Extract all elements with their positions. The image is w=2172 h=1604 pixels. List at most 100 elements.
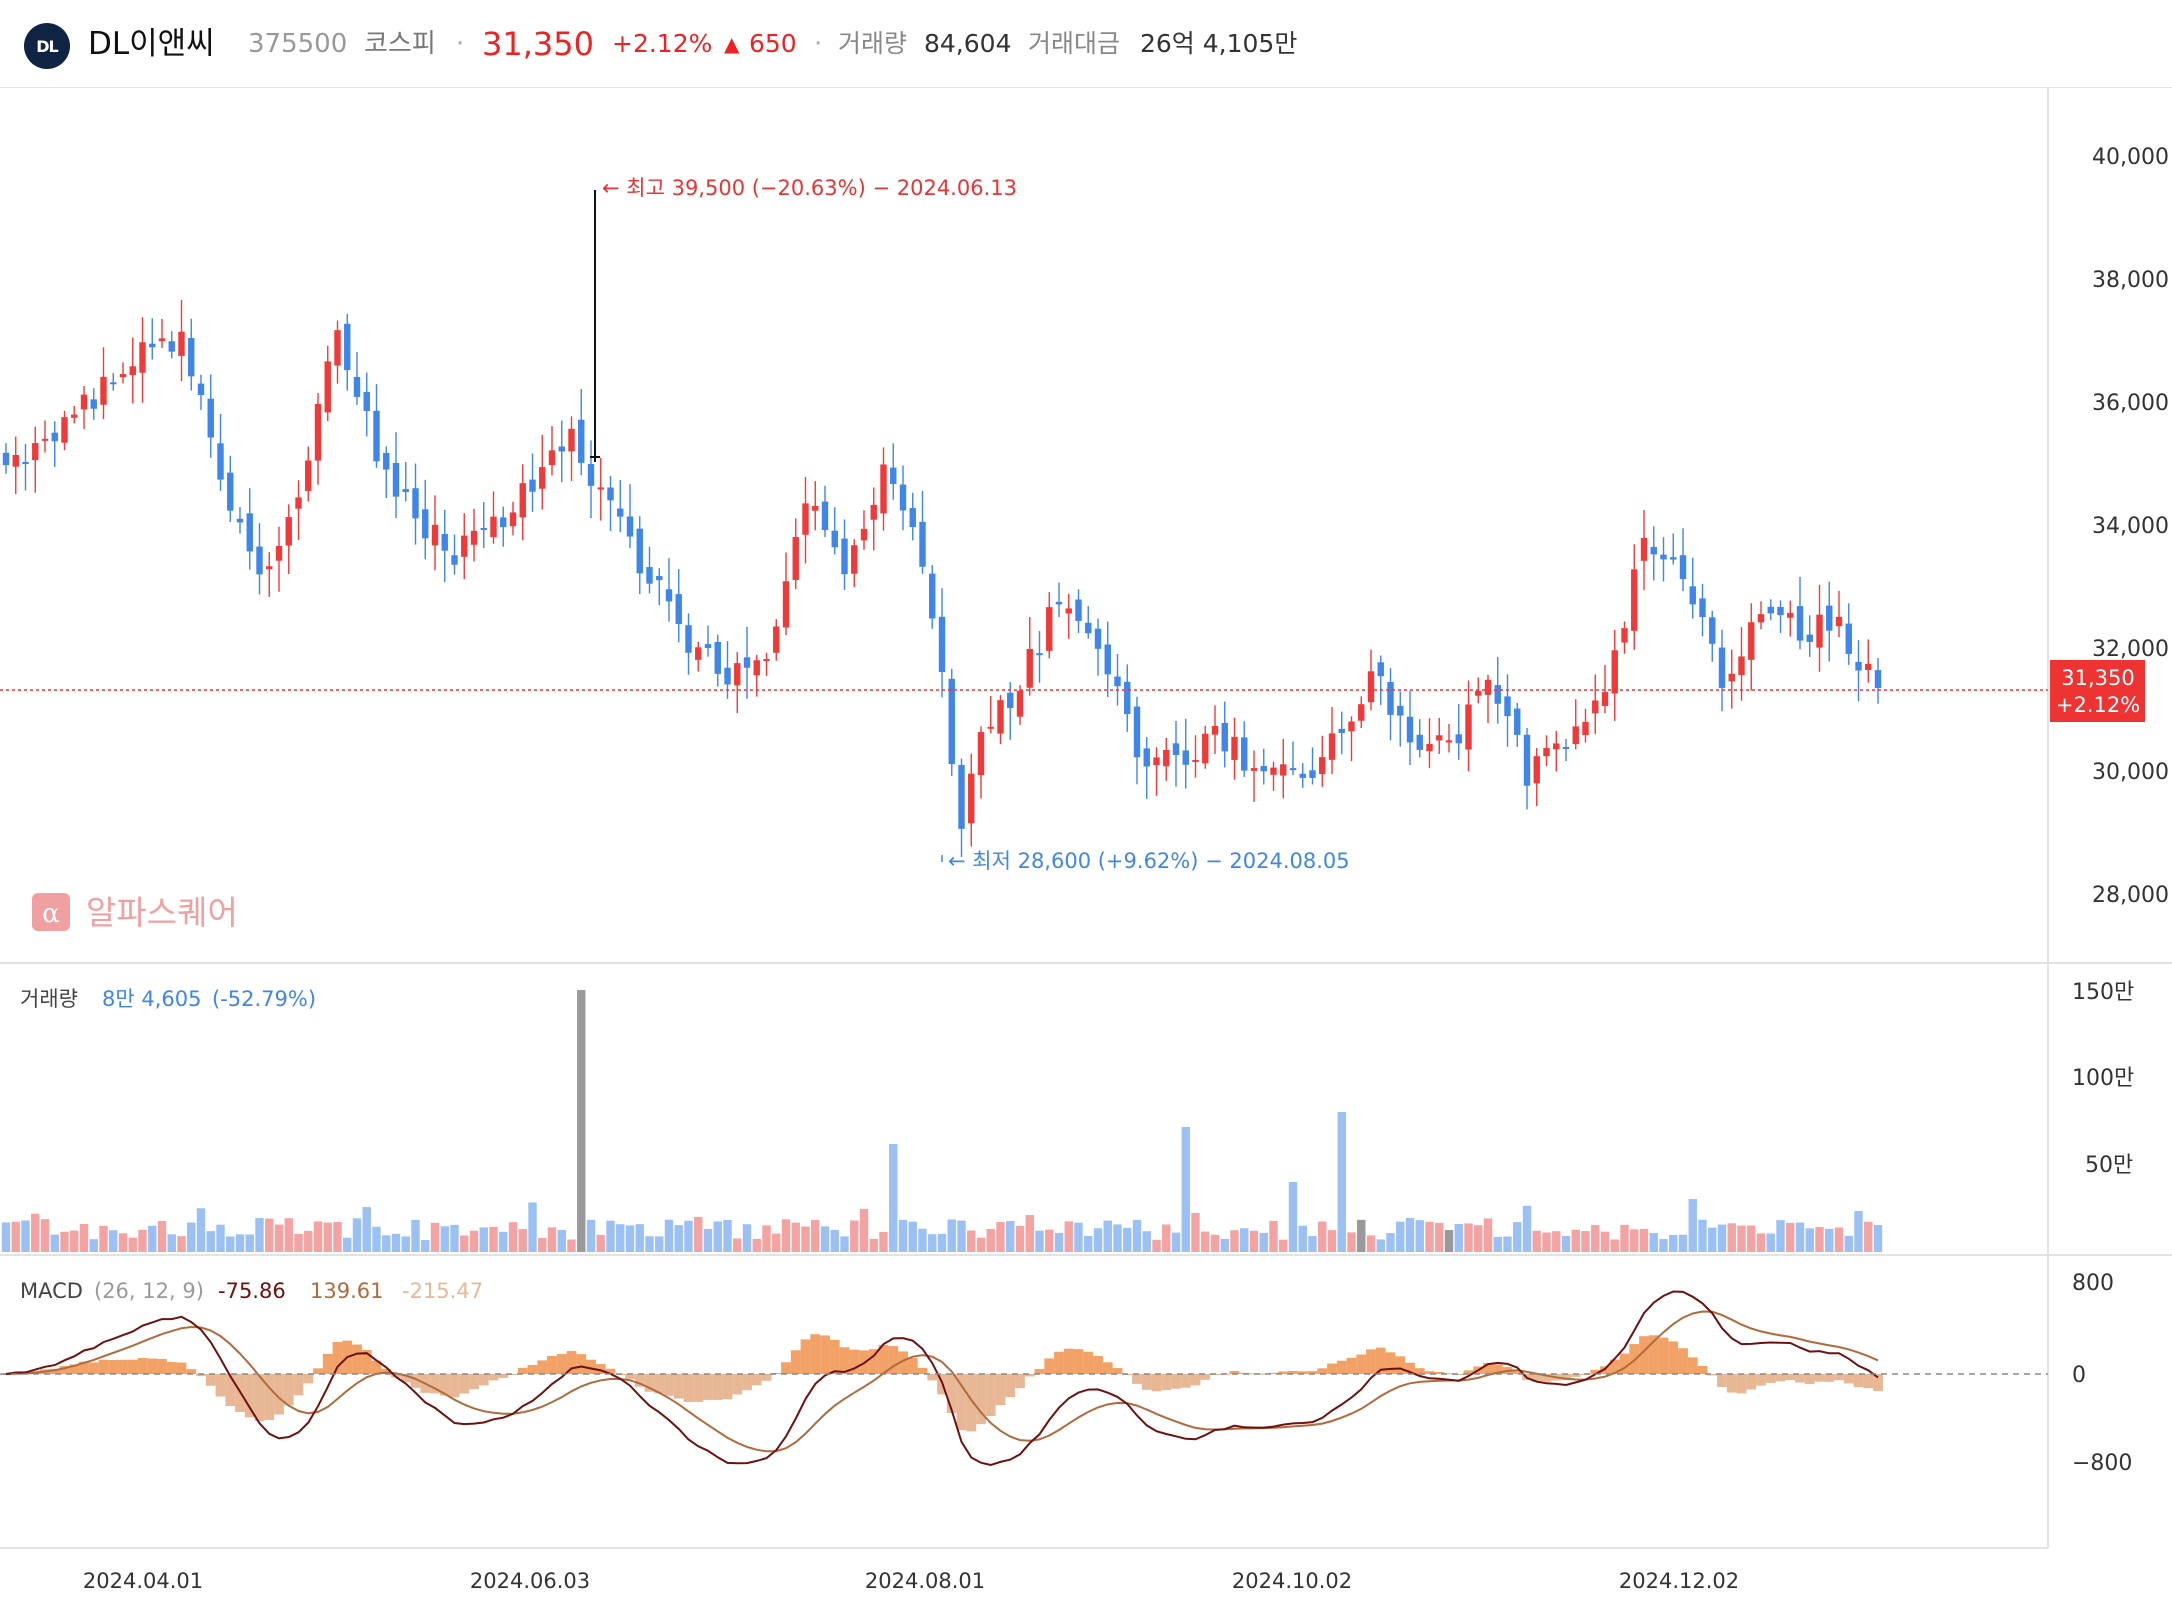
volume-bar xyxy=(109,1230,118,1252)
volume-bar xyxy=(752,1238,761,1252)
candle-body xyxy=(1689,586,1696,605)
candle-body xyxy=(168,341,175,352)
stock-chart[interactable]: α 알파스퀘어 31,350 +2.12% ← 최고 39,500 (−20.6… xyxy=(0,88,2172,1604)
candle-body xyxy=(207,398,214,438)
macd-histogram-bar xyxy=(1015,1374,1025,1389)
macd-histogram-bar xyxy=(1073,1349,1084,1374)
volume-bar xyxy=(996,1222,1005,1252)
volume-tick-100: 100만 xyxy=(2072,1066,2134,1091)
macd-histogram-bar xyxy=(244,1374,255,1418)
candle-body xyxy=(1455,734,1462,744)
volume-bar xyxy=(1805,1228,1814,1252)
macd-histogram-bar xyxy=(1775,1374,1786,1382)
candle-body xyxy=(1621,628,1628,643)
volume-tick-50: 50만 xyxy=(2085,1153,2133,1178)
volume-bar xyxy=(1513,1222,1522,1252)
candle-body xyxy=(587,464,595,486)
candle-body xyxy=(1562,746,1570,750)
candle-body xyxy=(1679,555,1687,580)
macd-histogram-bar xyxy=(781,1362,791,1374)
macd-histogram-bar xyxy=(732,1374,743,1395)
candle-body xyxy=(334,330,341,366)
company-logo[interactable]: DL xyxy=(24,23,70,69)
candle-body xyxy=(1182,750,1189,765)
volume-bar xyxy=(1795,1222,1805,1252)
volume-bar xyxy=(304,1230,313,1252)
candle-body xyxy=(1787,612,1794,618)
candle-body xyxy=(295,497,302,509)
current-price: 31,350 xyxy=(482,25,594,63)
volume-bar xyxy=(1444,1230,1454,1252)
macd-histogram-bar xyxy=(956,1374,967,1431)
volume-bar xyxy=(1308,1235,1317,1252)
candle-body xyxy=(1865,663,1872,670)
stock-name[interactable]: DL이앤씨 xyxy=(88,24,215,64)
volume-bar xyxy=(674,1225,683,1252)
macd-histogram-bar xyxy=(1824,1374,1835,1382)
candle-body xyxy=(1748,622,1755,660)
candle-body xyxy=(1055,601,1063,605)
volume-bar xyxy=(294,1233,303,1252)
candle-body xyxy=(665,589,673,602)
candle-body xyxy=(441,533,448,551)
macd-histogram-bar xyxy=(722,1374,733,1400)
candle-body xyxy=(597,487,604,490)
volume-bar xyxy=(1357,1219,1366,1252)
volume-bar xyxy=(1201,1231,1210,1252)
volume-bar xyxy=(1181,1127,1190,1252)
candle-body xyxy=(344,323,351,371)
candle-body xyxy=(1738,656,1745,676)
candle-body xyxy=(1553,743,1560,750)
candle-body xyxy=(129,366,136,376)
candle-body xyxy=(997,700,1004,734)
volume-bar xyxy=(499,1231,508,1252)
volume-bar xyxy=(1171,1232,1181,1252)
volume-label: 거래량 xyxy=(838,29,908,58)
candle-body xyxy=(1767,606,1774,614)
candle-body xyxy=(1796,606,1804,641)
volume-bar xyxy=(967,1230,976,1252)
candle-body xyxy=(880,464,887,514)
candle-body xyxy=(61,417,68,443)
volume-bar xyxy=(1366,1235,1376,1252)
candle-body xyxy=(1572,726,1579,745)
macd-histogram-bar xyxy=(459,1374,470,1394)
volume-bar xyxy=(1815,1227,1824,1252)
volume-bar xyxy=(206,1231,215,1252)
volume-bar xyxy=(1376,1239,1385,1252)
candlestick-series xyxy=(2,299,1882,862)
volume-bar xyxy=(1288,1182,1298,1252)
macd-histogram-bar xyxy=(742,1374,752,1391)
macd-histogram-bar xyxy=(547,1355,557,1374)
candle-body xyxy=(1367,671,1375,703)
macd-histogram-bar xyxy=(303,1374,314,1384)
candle-body xyxy=(490,516,497,538)
candle-body xyxy=(675,594,682,624)
macd-histogram-bar xyxy=(1034,1368,1045,1374)
macd-histogram-bar xyxy=(917,1367,928,1374)
volume-bar xyxy=(469,1230,479,1252)
candle-body xyxy=(110,382,117,385)
macd-histogram-bar xyxy=(683,1374,694,1403)
volume-bar xyxy=(1249,1230,1259,1252)
volume-bar xyxy=(840,1236,849,1252)
macd-histogram-bar xyxy=(322,1353,333,1374)
macd-histogram-bar xyxy=(1200,1374,1211,1380)
macd-histogram-bar xyxy=(1804,1374,1815,1385)
volume-bar xyxy=(323,1222,332,1252)
volume-bar xyxy=(1620,1224,1629,1252)
volume-bar xyxy=(1142,1231,1151,1252)
candle-body xyxy=(1426,743,1433,752)
volume-bar xyxy=(79,1223,89,1252)
volume-bar xyxy=(21,1220,30,1252)
volume-bar xyxy=(1708,1227,1717,1252)
macd-histogram-bar xyxy=(829,1339,840,1374)
volume-bar xyxy=(528,1202,537,1252)
macd-histogram-bar xyxy=(147,1358,158,1374)
volume-bar xyxy=(1298,1225,1307,1252)
volume-bar xyxy=(1054,1232,1064,1252)
change-amount: 650 xyxy=(749,29,797,58)
volume-bar xyxy=(196,1208,206,1252)
macd-histogram-bar xyxy=(1132,1374,1142,1384)
volume-bar xyxy=(723,1220,732,1252)
